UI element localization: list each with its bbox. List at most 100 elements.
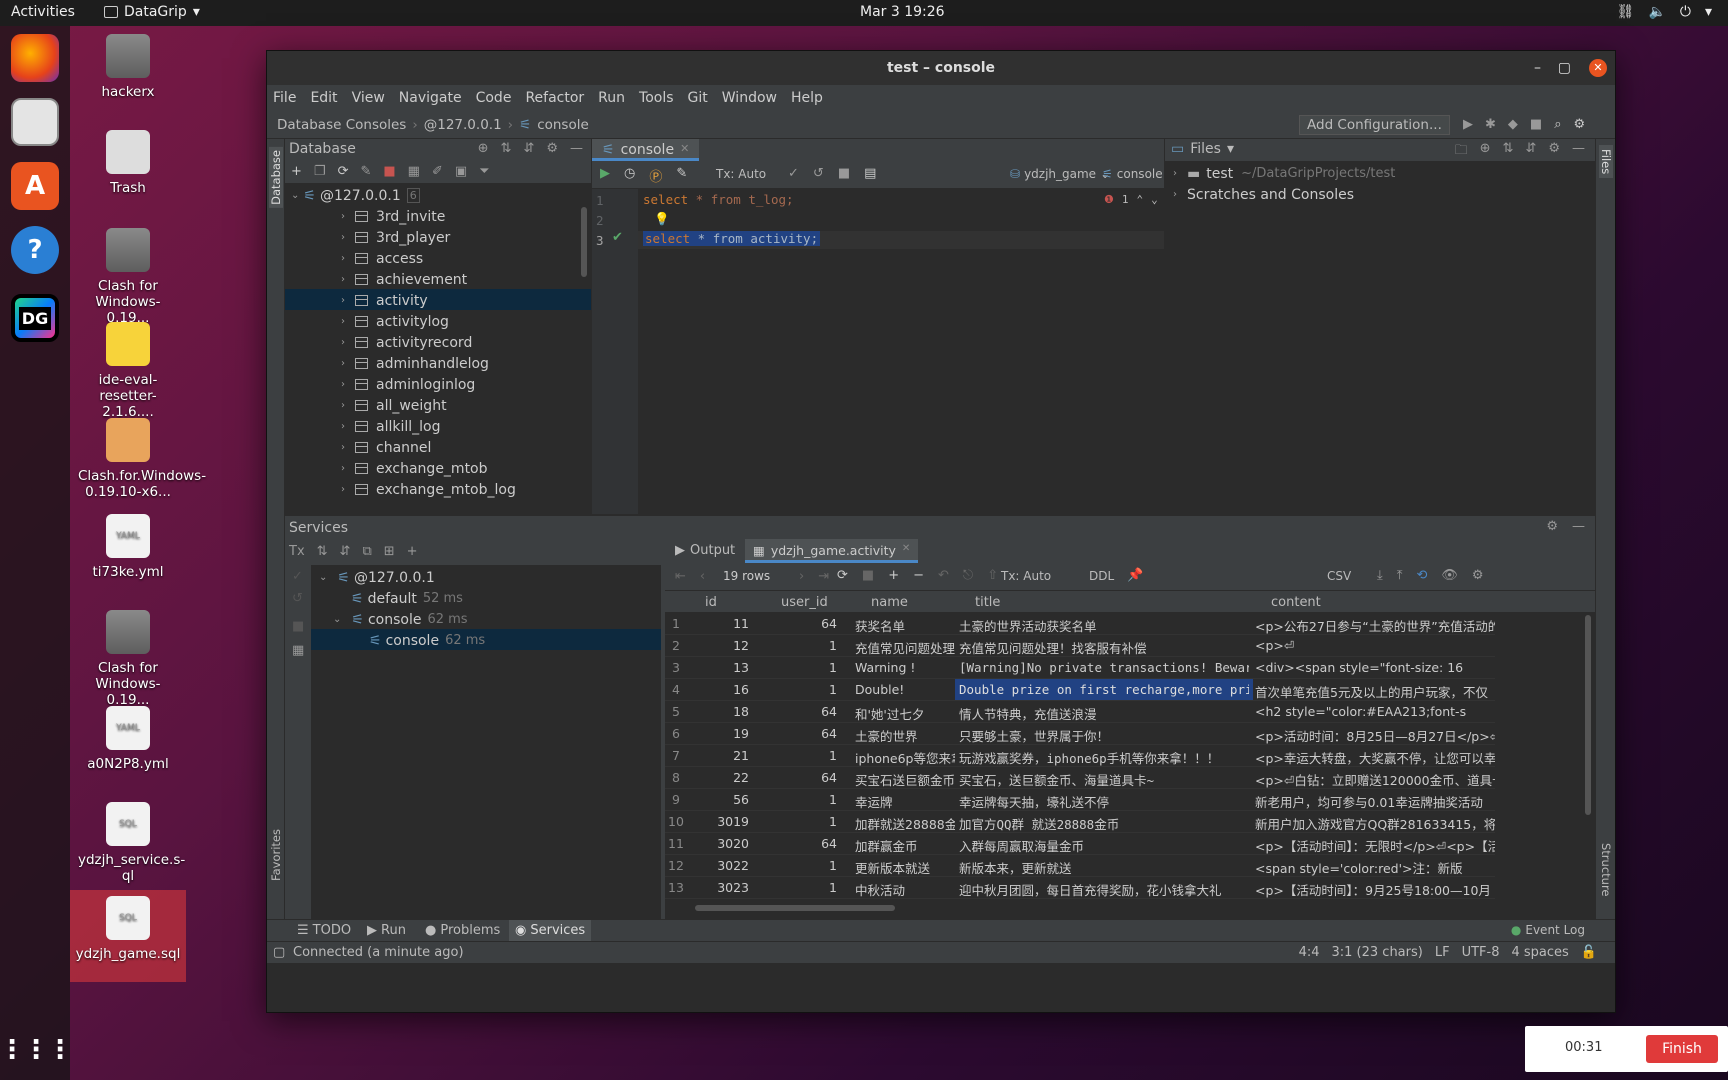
datagrip-dock-icon[interactable]: DG [11,294,59,342]
gear-icon[interactable]: ⚙ [1472,568,1484,583]
expand-all-icon[interactable]: ⇅ [317,544,328,559]
copy-icon[interactable]: ❐ [314,164,326,179]
minimize-icon[interactable]: – [1534,51,1541,85]
folder-icon[interactable]: 🗀 [1455,141,1468,163]
favorites-tool-tab[interactable]: Favorites [269,829,283,881]
add-icon[interactable]: + [291,164,302,179]
next-page-icon[interactable]: › [799,569,804,584]
power-icon[interactable]: ⏻ [1680,4,1691,20]
table-icon[interactable]: ▦ [408,164,420,179]
cell-title[interactable]: 迎中秋月团圆，每日首充得奖励，花小钱拿大礼 [959,880,1249,899]
cell-content[interactable]: <p>【活动时间】：9月25号18:00—10月 [1255,880,1495,899]
cell-content[interactable]: <p>活动时间：8月25日—8月27日</p>⏎ [1255,726,1495,745]
stop-icon[interactable]: ■ [838,166,850,181]
files-icon[interactable] [11,98,59,146]
gear-icon[interactable]: ⚙ [1573,117,1585,132]
menu-refactor[interactable]: Refactor [519,85,592,113]
cell-id[interactable]: 11 [695,616,749,631]
tree-table[interactable]: › exchange_mtob [341,458,488,479]
menu-git[interactable]: Git [682,85,716,113]
stop-icon[interactable]: ■ [862,568,874,583]
upload-icon[interactable]: ⤒ [1397,568,1403,583]
last-page-icon[interactable]: ⇥ [818,569,829,584]
table-row[interactable]: 14 3024 1 双11充值月 双11来硬的，充值送！送！送！ <p>【活动时间】：10… [665,899,1495,903]
app-menu[interactable]: DataGrip ▾ [104,4,200,20]
cell-user-id[interactable]: 1 [755,902,837,903]
rollback-icon[interactable]: ↺ [292,591,303,606]
caret-position[interactable]: 4:4 [1299,945,1320,960]
layout-icon[interactable]: ▦ [292,643,304,658]
app-grid-icon[interactable]: ⋮⋮⋮ [0,1026,73,1074]
cell-name[interactable]: 充值常见问题处理 [855,638,955,657]
tree-table[interactable]: › adminloginlog [341,374,475,395]
first-page-icon[interactable]: ⇤ [675,569,686,584]
services-console-child[interactable]: ⚟ console 62 ms [369,630,485,651]
desktop-icon-clash-folder[interactable]: Clash for Windows-0.19... [78,228,178,326]
cell-id[interactable]: 3023 [695,880,749,895]
download-icon[interactable]: ⤓ [1377,568,1383,583]
schema-icon[interactable]: ✎ [360,164,371,179]
debug-icon[interactable]: ✱ [1485,117,1496,132]
collapse-all-icon[interactable]: ⇵ [340,544,351,559]
stop-icon[interactable]: ■ [292,619,304,634]
close-icon[interactable]: ✕ [1589,59,1607,77]
upload-icon[interactable]: ⇧ [987,568,998,583]
cell-content[interactable]: 首次单笔充值5元及以上的用户玩家，不仅 [1255,682,1495,701]
desktop-icon-trash[interactable]: Trash [78,130,178,196]
cell-id[interactable]: 56 [695,792,749,807]
refresh-icon[interactable]: ⟳ [837,568,848,583]
filter-icon[interactable]: ⏷ [479,164,489,179]
column-header-id[interactable]: id [705,595,717,610]
rows-dropdown[interactable]: 19 rows [723,569,770,583]
cell-user-id[interactable]: 1 [755,682,837,697]
tree-project[interactable]: › ▬ test ~/DataGripProjects/test [1173,163,1395,184]
prev-page-icon[interactable]: ‹ [700,569,705,584]
expand-all-icon[interactable]: ⇅ [1503,141,1514,163]
cell-id[interactable]: 12 [695,638,749,653]
cell-name[interactable]: Warning ! [855,660,955,675]
commit-icon[interactable]: ✓ [292,569,303,584]
tree-table[interactable]: › exchange_mtob_log [341,479,516,500]
edit-icon[interactable]: ✐ [432,164,443,179]
cell-name[interactable]: 买宝石送巨额金币 [855,770,955,789]
cell-content[interactable]: <p>幸运大转盘，大奖赢不停，让您可以幸 [1255,748,1495,767]
cell-content[interactable]: <p>⏎ [1255,638,1495,653]
hide-icon[interactable]: — [1572,519,1585,534]
search-icon[interactable]: ⌕ [1554,117,1561,132]
cell-user-id[interactable]: 64 [755,770,837,785]
cell-user-id[interactable]: 1 [755,660,837,675]
rollback-icon[interactable]: ↺ [813,166,824,181]
column-header-user-id[interactable]: user_id [781,595,828,610]
tree-table[interactable]: › activitylog [341,311,449,332]
cell-user-id[interactable]: 64 [755,836,837,851]
breadcrumb-item[interactable]: Database Consoles [277,117,406,133]
table-row[interactable]: 12 3022 1 更新版本就送 新版本来，更新就送 <span style='color… [665,855,1495,877]
finish-button[interactable]: Finish [1646,1035,1718,1063]
cell-name[interactable]: 更新版本就送 [855,858,955,877]
breadcrumb-item[interactable]: @127.0.0.1 [424,117,502,133]
column-header-content[interactable]: content [1271,595,1321,610]
submit-icon[interactable]: ⎋ [963,568,973,583]
collapse-all-icon[interactable]: ⇵ [523,141,534,156]
cell-name[interactable]: 加群就送28888金币 [855,814,955,833]
hide-icon[interactable]: — [570,141,583,156]
table-row[interactable]: 11 3020 64 加群赢金币 入群每周赢取海量金币 <p>【活动时间】：无限时</p>… [665,833,1495,855]
gear-icon[interactable]: ⚙ [1548,141,1560,163]
indent-setting[interactable]: 4 spaces [1511,945,1568,960]
stop-icon[interactable]: ■ [383,164,395,179]
cell-id[interactable]: 3022 [695,858,749,873]
cell-title[interactable]: 双11来硬的，充值送！送！送！ [959,902,1249,903]
cell-title[interactable]: 只要够土豪，世界属于你！ [959,726,1249,745]
chevron-down-icon[interactable]: ▾ [1705,4,1712,20]
menu-run[interactable]: Run [592,85,633,113]
cell-user-id[interactable]: 1 [755,638,837,653]
cell-title[interactable]: 情人节特典，充值送浪漫 [959,704,1249,723]
menu-tools[interactable]: Tools [633,85,682,113]
tab-console[interactable]: ⚟ console ✕ [592,139,700,161]
add-row-icon[interactable]: + [888,568,899,583]
lightbulb-icon[interactable]: 💡 [654,211,670,227]
gear-icon[interactable]: ⚙ [1546,519,1558,534]
tree-table[interactable]: › all_weight [341,395,447,416]
desktop-icon-ydzjh-game[interactable]: SQL ydzjh_game.sql [70,890,186,982]
cell-content[interactable]: <p>⏎白钻：立即赠送120000金币、道具卡 [1255,770,1495,789]
